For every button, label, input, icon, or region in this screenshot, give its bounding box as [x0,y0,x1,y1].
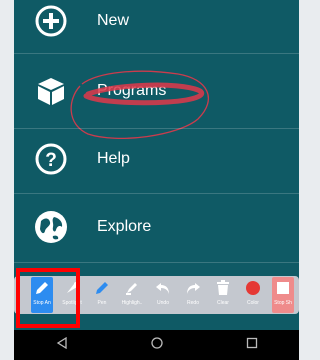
menu-item-help[interactable]: ? Help [14,126,299,192]
highlight-box [16,268,80,328]
pen-button[interactable]: Pen [90,277,114,313]
menu-item-label: New [97,12,130,29]
undo-button[interactable]: Undo [151,277,175,313]
back-icon [56,336,68,354]
color-button[interactable]: Color [241,277,265,313]
undo-icon [152,277,174,299]
menu-item-explore[interactable]: Explore [14,194,299,260]
clear-button[interactable]: Clear [211,277,235,313]
back-button[interactable] [42,330,82,360]
recents-button[interactable] [232,330,272,360]
stop-share-icon [272,277,294,299]
divider [14,53,299,54]
divider [14,262,299,263]
add-circle-icon [31,1,71,41]
menu-item-label: Explore [97,218,152,235]
help-circle-icon: ? [31,139,71,179]
trash-icon [212,277,234,299]
home-icon [150,336,163,354]
redo-icon [182,277,204,299]
svg-text:?: ? [45,150,57,171]
tool-label: Highligh.. [121,300,143,306]
tool-label: Clear [217,300,229,306]
color-dot-icon [242,277,264,299]
tool-label: Stop Sh [274,300,292,306]
tool-label: Color [247,300,259,306]
redo-button[interactable]: Redo [181,277,205,313]
tool-label: Pen [97,300,107,306]
globe-icon [31,207,71,247]
tool-label: Undo [157,300,169,306]
highlighter-button[interactable]: Highligh.. [120,277,144,313]
stop-share-button[interactable]: Stop Sh [271,277,295,313]
recents-icon [246,336,258,354]
menu-item-new[interactable]: New [14,0,299,54]
pen-icon [91,277,113,299]
system-nav-bar [14,330,299,360]
highlighter-icon [121,277,143,299]
menu-item-label: Help [97,150,130,167]
tool-label: Redo [187,300,199,306]
home-button[interactable] [137,330,177,360]
